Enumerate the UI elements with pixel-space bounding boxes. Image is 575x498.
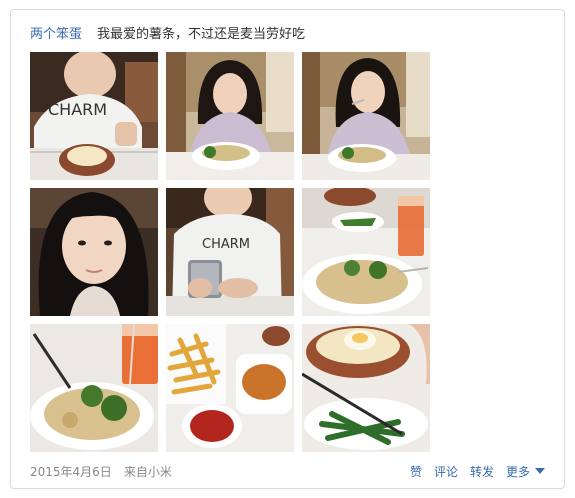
post-source[interactable]: 来自小米	[124, 463, 172, 480]
photo-girl-eating-2[interactable]	[302, 52, 430, 180]
photo-boy-with-phone[interactable]: CHARM	[166, 188, 294, 316]
more-button[interactable]: 更多	[506, 463, 545, 480]
shirt-text: CHARM	[202, 237, 250, 252]
comment-button[interactable]: 评论	[434, 463, 458, 480]
repost-button[interactable]: 转发	[470, 463, 494, 480]
post-footer: 2015年4月6日 来自小米 赞 评论 转发 更多	[30, 462, 545, 480]
author-name-link[interactable]: 两个笨蛋	[30, 23, 82, 42]
photo-girl-eating-1[interactable]	[166, 52, 294, 180]
photo-pasta-broccoli[interactable]	[30, 324, 158, 452]
photo-boy-charm-shirt[interactable]: CHARM	[30, 52, 158, 180]
photo-grid: CHARM CHARM	[30, 52, 430, 452]
photo-fries-and-sauce[interactable]	[166, 324, 294, 452]
caret-down-icon	[535, 468, 545, 474]
post-text: 我最爱的薯条，不过还是麦当劳好吃	[97, 26, 306, 42]
post-header: 两个笨蛋 我最爱的薯条，不过还是麦当劳好吃	[30, 22, 305, 42]
weibo-post-card: 两个笨蛋 我最爱的薯条，不过还是麦当劳好吃 CHARM CHARM 2015年4…	[10, 9, 565, 489]
post-date[interactable]: 2015年4月6日	[30, 463, 112, 480]
post-actions: 赞 评论 转发 更多	[410, 463, 545, 480]
like-button[interactable]: 赞	[410, 463, 422, 480]
photo-pasta-and-juice[interactable]	[302, 188, 430, 316]
photo-girl-selfie[interactable]	[30, 188, 158, 316]
more-label: 更多	[505, 464, 530, 479]
shirt-text: CHARM	[48, 100, 107, 119]
photo-rice-bowl-greens[interactable]	[302, 324, 430, 452]
post-meta: 2015年4月6日 来自小米	[30, 463, 172, 480]
